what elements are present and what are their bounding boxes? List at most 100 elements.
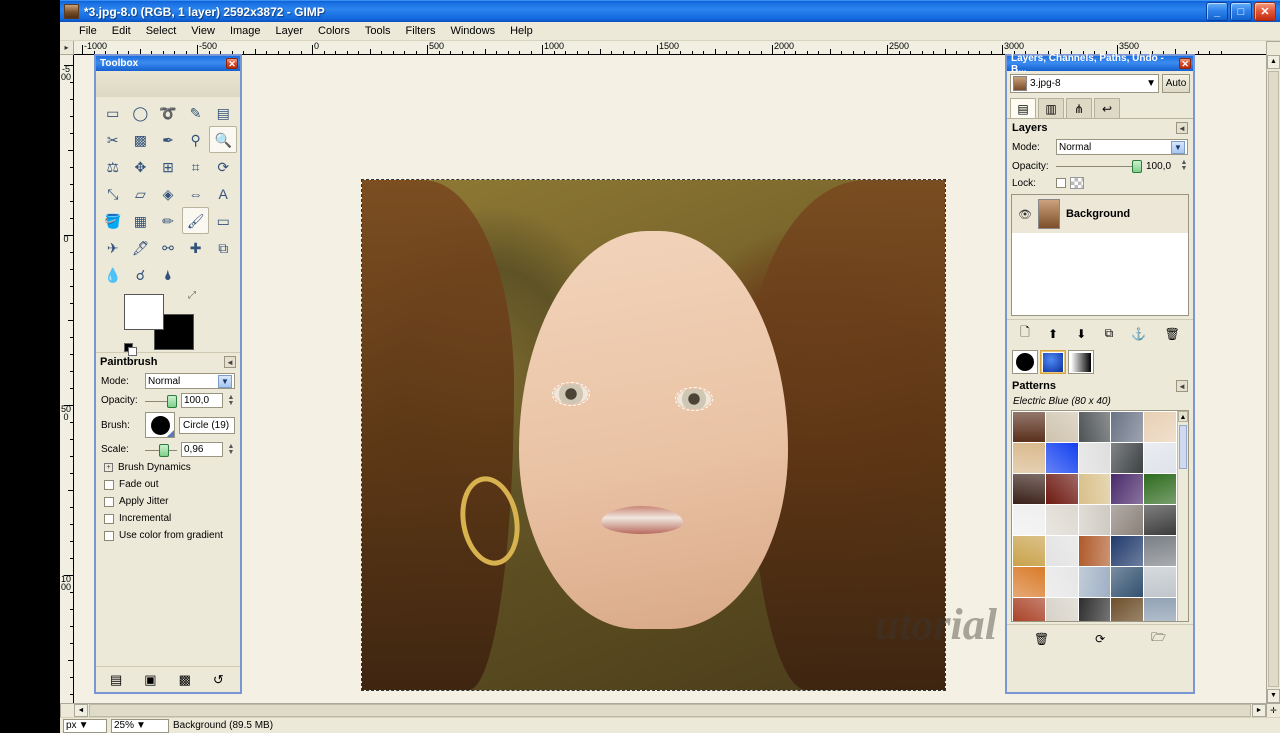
pattern-swatch[interactable] <box>1144 536 1176 566</box>
layer-mode-chevron-down-icon[interactable]: ▼ <box>1171 140 1185 154</box>
auto-button[interactable]: Auto <box>1162 74 1190 93</box>
menu-tools[interactable]: Tools <box>358 23 398 39</box>
airbrush-tool[interactable]: ✈ <box>99 234 127 261</box>
gradient-tool[interactable]: ▦ <box>127 207 155 234</box>
menu-help[interactable]: Help <box>503 23 540 39</box>
measure-tool[interactable]: ⚖ <box>99 153 127 180</box>
menu-image[interactable]: Image <box>223 23 268 39</box>
scissors-select-tool[interactable]: ✂ <box>99 126 127 153</box>
opacity-slider[interactable] <box>145 394 177 408</box>
move-tool[interactable]: ✥ <box>127 153 155 180</box>
vertical-scroll-thumb[interactable] <box>1268 71 1279 687</box>
refresh-patterns-button[interactable]: ⟳ <box>1095 632 1105 646</box>
scale-value[interactable]: 0,96 <box>181 442 223 457</box>
default-colors-icon[interactable] <box>124 343 137 356</box>
pattern-swatch[interactable] <box>1111 505 1144 535</box>
eye-icon[interactable]: 👁 <box>1018 208 1032 221</box>
bucket-fill-tool[interactable]: 🪣 <box>99 207 127 234</box>
pattern-swatch[interactable] <box>1144 598 1176 621</box>
pattern-scroll-up-button[interactable]: ▲ <box>1178 411 1188 422</box>
scale-slider[interactable] <box>145 443 177 457</box>
menu-layer[interactable]: Layer <box>269 23 311 39</box>
pattern-swatch[interactable] <box>1078 505 1111 535</box>
menu-edit[interactable]: Edit <box>105 23 138 39</box>
dock-close-button[interactable]: ✕ <box>1179 58 1191 69</box>
pattern-swatch[interactable] <box>1144 412 1176 442</box>
shear-tool[interactable]: ▱ <box>127 180 155 207</box>
brush-name[interactable]: Circle (19) <box>179 416 235 434</box>
layer-opacity-value[interactable]: 100,0 <box>1146 161 1176 172</box>
zoom-tool[interactable]: 🔍 <box>209 126 237 153</box>
pattern-swatch[interactable] <box>1078 536 1111 566</box>
layer-opacity-stepper[interactable]: ▲ ▼ <box>1180 159 1188 172</box>
menu-windows[interactable]: Windows <box>443 23 502 39</box>
perspective-tool[interactable]: ◈ <box>154 180 182 207</box>
canvas-image-portrait[interactable]: utorial <box>361 179 997 691</box>
close-button[interactable]: ✕ <box>1254 2 1276 21</box>
undo-history-tab[interactable]: ↩ <box>1094 98 1120 118</box>
layers-tab[interactable]: ▤ <box>1010 98 1036 118</box>
mode-chevron-down-icon[interactable]: ▼ <box>218 374 232 388</box>
pattern-swatch[interactable] <box>1078 412 1111 442</box>
image-selector[interactable]: 3.jpg-8 ▼ <box>1010 74 1159 93</box>
menu-view[interactable]: View <box>184 23 222 39</box>
pattern-swatch[interactable] <box>1111 412 1144 442</box>
patterns-collapse-icon[interactable]: ◄ <box>1176 380 1188 392</box>
text-tool[interactable]: A <box>209 180 237 207</box>
scroll-right-button[interactable]: ► <box>1252 704 1266 717</box>
pattern-swatch[interactable] <box>1013 567 1045 597</box>
pattern-swatch[interactable] <box>1078 443 1111 473</box>
canvas-vertical-scrollbar[interactable]: ▲ ▼ <box>1266 55 1280 703</box>
pattern-swatch[interactable] <box>1045 505 1078 535</box>
menu-filters[interactable]: Filters <box>399 23 443 39</box>
color-picker-tool[interactable]: ⚲ <box>182 126 210 153</box>
pattern-swatch[interactable] <box>1045 474 1078 504</box>
canvas-horizontal-scrollbar[interactable]: ◄ ► <box>74 703 1266 717</box>
opacity-knob[interactable] <box>167 394 177 408</box>
align-tool[interactable]: ⊞ <box>154 153 182 180</box>
pattern-swatch[interactable] <box>1045 598 1078 621</box>
fuzzy-select-tool[interactable]: ✎ <box>182 99 210 126</box>
horizontal-scroll-thumb[interactable] <box>89 704 1251 717</box>
incremental-row[interactable]: Incremental <box>96 510 240 527</box>
save-options-button[interactable]: ▤ <box>110 672 122 688</box>
tool-options-collapse-icon[interactable]: ◄ <box>224 356 236 368</box>
open-pattern-folder-button[interactable]: 🗁 <box>1151 628 1166 649</box>
pattern-swatch[interactable] <box>1013 505 1045 535</box>
reset-options-button[interactable]: ↺ <box>213 672 224 688</box>
delete-options-button[interactable]: ▩ <box>179 672 191 688</box>
scale-knob[interactable] <box>159 443 170 457</box>
unit-selector[interactable]: px ▼ <box>63 718 107 733</box>
scale-tool[interactable]: ⤡ <box>99 180 127 207</box>
eraser-tool[interactable]: ▭ <box>209 207 237 234</box>
rotate-tool[interactable]: ⟳ <box>209 153 237 180</box>
mode-select[interactable]: Normal ▼ <box>145 373 235 389</box>
paintbrush-tool[interactable]: 🖌 <box>181 207 210 234</box>
pencil-tool[interactable]: ✏ <box>154 207 182 234</box>
pattern-swatch[interactable] <box>1013 536 1045 566</box>
menu-file[interactable]: File <box>72 23 104 39</box>
pattern-swatch[interactable] <box>1111 443 1144 473</box>
pattern-swatch[interactable] <box>1111 598 1144 621</box>
brush-preview-button[interactable] <box>145 412 175 438</box>
blur-sharpen-tool[interactable]: 💧 <box>99 261 127 288</box>
brushes-tab[interactable] <box>1012 350 1038 374</box>
pattern-swatch[interactable] <box>1013 598 1045 621</box>
lock-alpha-checkbox[interactable] <box>1056 178 1066 188</box>
pattern-swatch[interactable] <box>1013 412 1045 442</box>
quick-mask-toggle[interactable]: navigate-icon <box>60 703 74 717</box>
anchor-layer-button[interactable]: ⚓ <box>1131 327 1146 341</box>
pattern-swatch[interactable] <box>1078 474 1111 504</box>
delete-pattern-button[interactable]: 🗑 <box>1034 632 1049 646</box>
table-row[interactable]: 👁 Background <box>1012 195 1188 233</box>
select-by-color-tool[interactable]: ▤ <box>209 99 237 126</box>
pattern-swatch[interactable] <box>1144 474 1176 504</box>
brush-dynamics-row[interactable]: + Brush Dynamics <box>96 459 240 476</box>
pattern-grid-container[interactable]: ▲ <box>1011 410 1189 622</box>
scroll-left-button[interactable]: ◄ <box>74 704 88 717</box>
pattern-swatch[interactable] <box>1045 443 1078 473</box>
pattern-swatch[interactable] <box>1045 567 1078 597</box>
paths-tool[interactable]: ✒ <box>154 126 182 153</box>
patterns-tab[interactable] <box>1040 350 1066 374</box>
pattern-scroll-thumb[interactable] <box>1179 425 1187 469</box>
